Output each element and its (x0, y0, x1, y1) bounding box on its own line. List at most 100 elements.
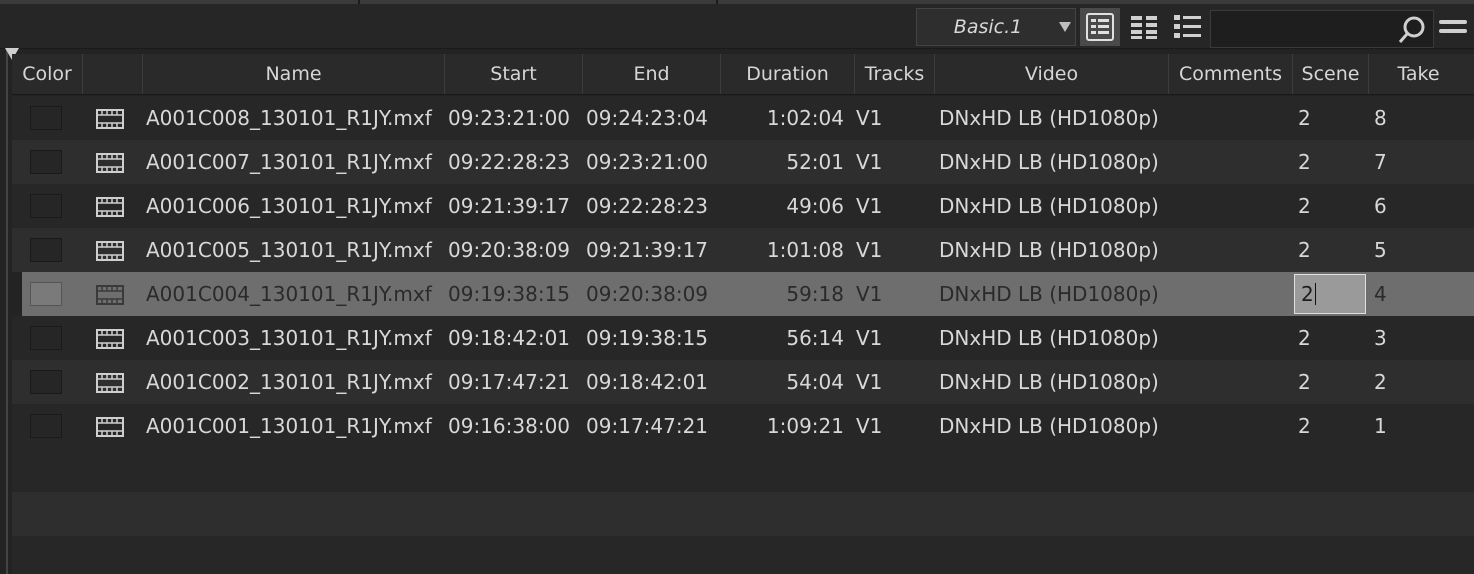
clip-start[interactable]: 09:19:38:15 (448, 272, 570, 316)
clip-take[interactable]: 1 (1374, 404, 1387, 448)
table-row-selected[interactable]: A001C004_130101_R1JY.mxf 09:19:38:15 09:… (22, 272, 1474, 316)
list-view-button[interactable] (1168, 8, 1208, 46)
clip-tracks[interactable]: V1 (856, 228, 882, 272)
color-swatch[interactable] (30, 282, 62, 306)
clip-start[interactable]: 09:22:28:23 (448, 140, 570, 184)
clip-end[interactable]: 09:22:28:23 (586, 184, 708, 228)
table-row[interactable]: A001C005_130101_R1JY.mxf 09:20:38:09 09:… (12, 228, 1474, 272)
clip-take[interactable]: 8 (1374, 96, 1387, 140)
clip-duration[interactable]: 49:06 (724, 184, 844, 228)
column-header-end[interactable]: End (582, 54, 720, 94)
clip-duration[interactable]: 1:09:21 (724, 404, 844, 448)
search-field[interactable] (1210, 10, 1434, 48)
clip-duration[interactable]: 54:04 (724, 360, 844, 404)
clip-video[interactable]: DNxHD LB (HD1080p) (939, 228, 1159, 272)
clip-name[interactable]: A001C003_130101_R1JY.mxf (146, 316, 432, 360)
clip-duration[interactable]: 1:01:08 (724, 228, 844, 272)
color-swatch[interactable] (30, 150, 62, 174)
clip-video[interactable]: DNxHD LB (HD1080p) (939, 272, 1159, 316)
clip-name[interactable]: A001C005_130101_R1JY.mxf (146, 228, 432, 272)
table-row[interactable]: A001C002_130101_R1JY.mxf 09:17:47:21 09:… (12, 360, 1474, 404)
clip-name[interactable]: A001C007_130101_R1JY.mxf (146, 140, 432, 184)
clip-tracks[interactable]: V1 (856, 360, 882, 404)
clip-take[interactable]: 2 (1374, 360, 1387, 404)
clip-name[interactable]: A001C008_130101_R1JY.mxf (146, 96, 432, 140)
clip-tracks[interactable]: V1 (856, 272, 882, 316)
clip-duration[interactable]: 1:02:04 (724, 96, 844, 140)
column-header-color[interactable]: Color (12, 54, 82, 94)
clip-end[interactable]: 09:19:38:15 (586, 316, 708, 360)
clip-scene[interactable]: 2 (1298, 360, 1311, 404)
clip-end[interactable]: 09:23:21:00 (586, 140, 708, 184)
clip-end[interactable]: 09:21:39:17 (586, 228, 708, 272)
table-row[interactable]: A001C003_130101_R1JY.mxf 09:18:42:01 09:… (12, 316, 1474, 360)
clip-end[interactable]: 09:18:42:01 (586, 360, 708, 404)
clip-duration[interactable]: 59:18 (724, 272, 844, 316)
clip-video[interactable]: DNxHD LB (HD1080p) (939, 316, 1159, 360)
clip-name[interactable]: A001C001_130101_R1JY.mxf (146, 404, 432, 448)
clip-video[interactable]: DNxHD LB (HD1080p) (939, 360, 1159, 404)
clip-start[interactable]: 09:16:38:00 (448, 404, 570, 448)
bin-view-selector[interactable]: Basic.1 (916, 8, 1076, 46)
clip-tracks[interactable]: V1 (856, 140, 882, 184)
column-header-duration[interactable]: Duration (720, 54, 854, 94)
clip-video[interactable]: DNxHD LB (HD1080p) (939, 96, 1159, 140)
clip-take[interactable]: 6 (1374, 184, 1387, 228)
color-swatch[interactable] (30, 238, 62, 262)
clip-tracks[interactable]: V1 (856, 316, 882, 360)
color-swatch[interactable] (30, 106, 62, 130)
bin-menu-icon[interactable] (1437, 16, 1469, 40)
column-header-comments[interactable]: Comments (1168, 54, 1292, 94)
clip-take[interactable]: 5 (1374, 228, 1387, 272)
color-swatch[interactable] (30, 194, 62, 218)
column-header-take[interactable]: Take (1368, 54, 1468, 94)
clip-start[interactable]: 09:18:42:01 (448, 316, 570, 360)
clip-tracks[interactable]: V1 (856, 96, 882, 140)
clip-start[interactable]: 09:23:21:00 (448, 96, 570, 140)
clip-name[interactable]: A001C004_130101_R1JY.mxf (146, 272, 432, 316)
color-swatch[interactable] (30, 414, 62, 438)
column-header-name[interactable]: Name (142, 54, 444, 94)
clip-take[interactable]: 3 (1374, 316, 1387, 360)
table-row[interactable]: A001C006_130101_R1JY.mxf 09:21:39:17 09:… (12, 184, 1474, 228)
clip-scene[interactable]: 2 (1298, 404, 1311, 448)
clip-take[interactable]: 7 (1374, 140, 1387, 184)
text-caret (1314, 283, 1316, 305)
clip-scene[interactable]: 2 (1298, 228, 1311, 272)
clip-end[interactable]: 09:20:38:09 (586, 272, 708, 316)
column-header-video[interactable]: Video (934, 54, 1168, 94)
color-swatch[interactable] (30, 370, 62, 394)
clip-name[interactable]: A001C006_130101_R1JY.mxf (146, 184, 432, 228)
clip-scene[interactable]: 2 (1298, 184, 1311, 228)
clip-name[interactable]: A001C002_130101_R1JY.mxf (146, 360, 432, 404)
scene-edit-field[interactable]: 2 (1294, 274, 1366, 314)
table-row[interactable]: A001C007_130101_R1JY.mxf 09:22:28:23 09:… (12, 140, 1474, 184)
clip-scene[interactable]: 2 (1298, 316, 1311, 360)
table-row[interactable]: A001C001_130101_R1JY.mxf 09:16:38:00 09:… (12, 404, 1474, 448)
color-swatch[interactable] (30, 326, 62, 350)
clip-scene[interactable]: 2 (1298, 96, 1311, 140)
clip-icon (96, 417, 124, 437)
clip-video[interactable]: DNxHD LB (HD1080p) (939, 184, 1159, 228)
clip-start[interactable]: 09:21:39:17 (448, 184, 570, 228)
column-header-tracks[interactable]: Tracks (854, 54, 934, 94)
clip-end[interactable]: 09:17:47:21 (586, 404, 708, 448)
search-icon[interactable] (1397, 15, 1427, 45)
clip-duration[interactable]: 56:14 (724, 316, 844, 360)
clip-end[interactable]: 09:24:23:04 (586, 96, 708, 140)
column-header-start[interactable]: Start (444, 54, 582, 94)
clip-tracks[interactable]: V1 (856, 404, 882, 448)
script-view-button[interactable] (1124, 8, 1164, 46)
column-header-scene[interactable]: Scene (1292, 54, 1368, 94)
column-header-icon[interactable] (82, 54, 142, 94)
clip-scene[interactable]: 2 (1298, 140, 1311, 184)
clip-video[interactable]: DNxHD LB (HD1080p) (939, 140, 1159, 184)
clip-duration[interactable]: 52:01 (724, 140, 844, 184)
table-row[interactable]: A001C008_130101_R1JY.mxf 09:23:21:00 09:… (12, 96, 1474, 140)
clip-start[interactable]: 09:17:47:21 (448, 360, 570, 404)
clip-take[interactable]: 4 (1374, 272, 1387, 316)
clip-start[interactable]: 09:20:38:09 (448, 228, 570, 272)
clip-tracks[interactable]: V1 (856, 184, 882, 228)
frame-view-button[interactable] (1080, 8, 1120, 46)
clip-video[interactable]: DNxHD LB (HD1080p) (939, 404, 1159, 448)
